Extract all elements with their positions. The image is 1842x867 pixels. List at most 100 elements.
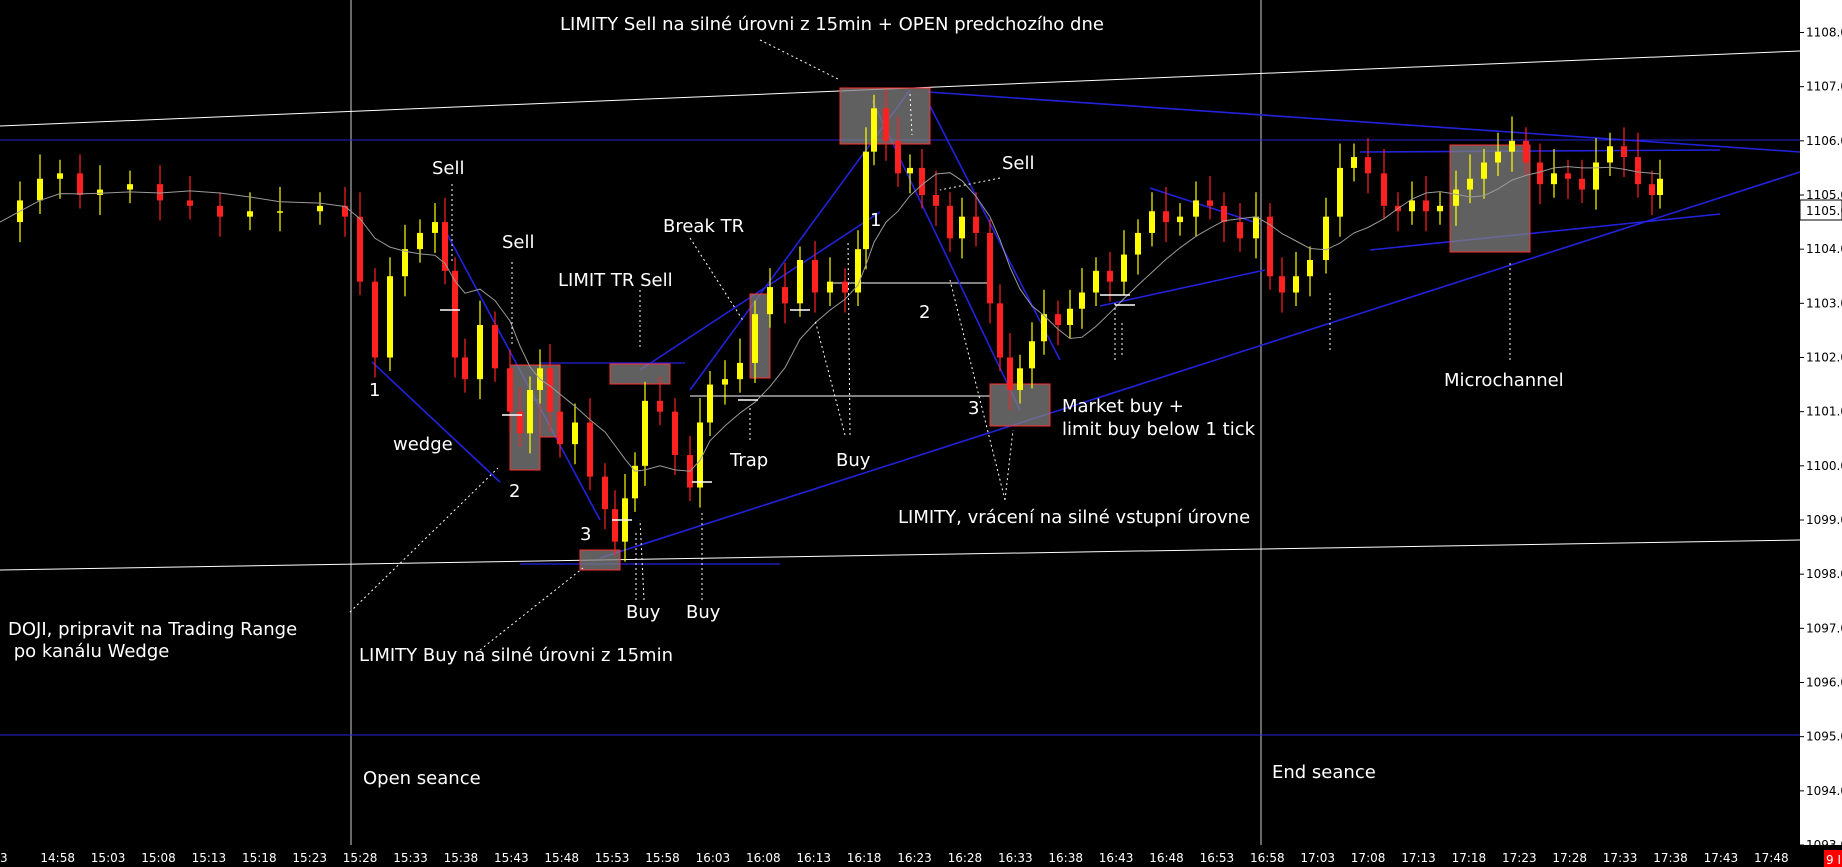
trend-lines [371, 89, 1801, 559]
time-tick-label: 15:23 [292, 851, 327, 865]
candlestick [127, 170, 133, 204]
candlestick [1307, 246, 1313, 297]
candle-body [572, 422, 578, 445]
candlestick [1193, 181, 1199, 237]
candlestick [1365, 138, 1371, 194]
candle-body [492, 325, 498, 369]
candlestick [1423, 176, 1429, 232]
time-tick-label: 16:38 [1048, 851, 1083, 865]
candle-body [432, 222, 438, 233]
candlestick [632, 452, 638, 512]
annotation-doji: DOJI, pripravit na Trading Range [8, 619, 297, 640]
candle-body [157, 184, 163, 201]
candle-body [855, 249, 861, 293]
candlesticks [17, 89, 1663, 562]
annotation-limity-buy: LIMITY Buy na silné úrovni z 15min [359, 645, 673, 666]
annotation-sell: Sell [1002, 153, 1035, 174]
wave-label: 3 [968, 398, 979, 419]
candle-body [842, 281, 848, 293]
annotation-arrow [847, 239, 851, 436]
candlestick [462, 338, 468, 393]
candlestick [1029, 322, 1035, 389]
candlestick [782, 262, 788, 324]
candle-body [1121, 254, 1127, 282]
candle-body [1221, 205, 1227, 223]
time-tick-label: 15:13 [192, 851, 227, 865]
candle-body [1093, 270, 1099, 293]
annotation-break-tr: Break TR [663, 216, 744, 237]
candle-body [127, 184, 133, 190]
candle-body [527, 390, 533, 434]
price-tick-label: 1103.0 [1806, 296, 1842, 310]
candlestick [1565, 159, 1571, 199]
price-tick-label: 1098.0 [1806, 567, 1842, 581]
candlestick [277, 186, 283, 232]
price-tick-label: 1108.0 [1806, 26, 1842, 40]
candle-body [1523, 140, 1529, 163]
candlestick [587, 398, 593, 491]
candlestick [477, 300, 483, 400]
candle-body [1635, 157, 1641, 185]
candle-body [1607, 146, 1613, 163]
candle-body [1565, 173, 1571, 179]
candle-body [863, 151, 869, 250]
price-axis-panel [1800, 0, 1842, 845]
time-tick-label: 17:18 [1452, 851, 1487, 865]
candlestick [97, 165, 103, 216]
candlestick [1253, 192, 1259, 259]
candlestick [417, 219, 423, 263]
highlight-box [509, 364, 541, 471]
candle-body [1237, 222, 1243, 239]
highlight-box [579, 549, 621, 571]
candle-body [1017, 368, 1023, 390]
candle-body [587, 422, 593, 477]
candle-body [973, 216, 979, 233]
candlestick [247, 192, 253, 231]
candlestick [1323, 197, 1329, 274]
annotation-market-buy: Market buy + [1062, 396, 1184, 417]
candle-body [507, 368, 513, 412]
time-tick-label: 3 [0, 851, 8, 865]
wave-label: 3 [580, 524, 591, 545]
annotation-arrow [639, 519, 645, 601]
annotation-end-seance: End seance [1272, 762, 1376, 783]
candlestick [827, 257, 833, 307]
candlestick [697, 398, 703, 508]
annotation-arrow [479, 567, 584, 651]
annotation-limit-tr-sell: LIMIT TR Sell [558, 270, 673, 291]
candlestick [933, 170, 939, 226]
candle-body [1423, 200, 1429, 212]
candlestick [863, 127, 869, 270]
time-tick-label: 16:58 [1250, 851, 1285, 865]
candlestick [1635, 132, 1641, 198]
time-tick-label: 17:33 [1603, 851, 1638, 865]
candle-body [1293, 276, 1299, 293]
candle-body [372, 281, 378, 358]
candle-body [1149, 211, 1155, 233]
candle-body [947, 205, 953, 239]
highlight-box [609, 363, 671, 385]
candle-body [247, 211, 253, 217]
candlestick [1395, 192, 1401, 232]
candlestick [737, 338, 743, 393]
candlestick [1221, 192, 1227, 243]
candle-body [77, 173, 83, 195]
candlestick [572, 403, 578, 465]
candlestick [492, 311, 498, 382]
annotations: LIMITY Sell na silné úrovni z 15min + OP… [8, 14, 1564, 789]
candlestick [1337, 143, 1343, 237]
time-tick-label: 15:28 [343, 851, 378, 865]
price-tick-label: 1102.0 [1806, 351, 1842, 365]
candlestick [1207, 176, 1213, 220]
time-tick-label: 16:08 [746, 851, 781, 865]
candlestick [1093, 257, 1099, 307]
candlestick [357, 192, 363, 296]
price-tick-label: 1097.0 [1806, 621, 1842, 635]
candlestick [1067, 289, 1073, 339]
candlestick [947, 192, 953, 252]
price-tick-label: 1106.0 [1806, 134, 1842, 148]
candle-body [642, 400, 648, 466]
candle-body [1135, 232, 1141, 255]
candle-body [1453, 189, 1459, 206]
candle-body [37, 178, 43, 201]
